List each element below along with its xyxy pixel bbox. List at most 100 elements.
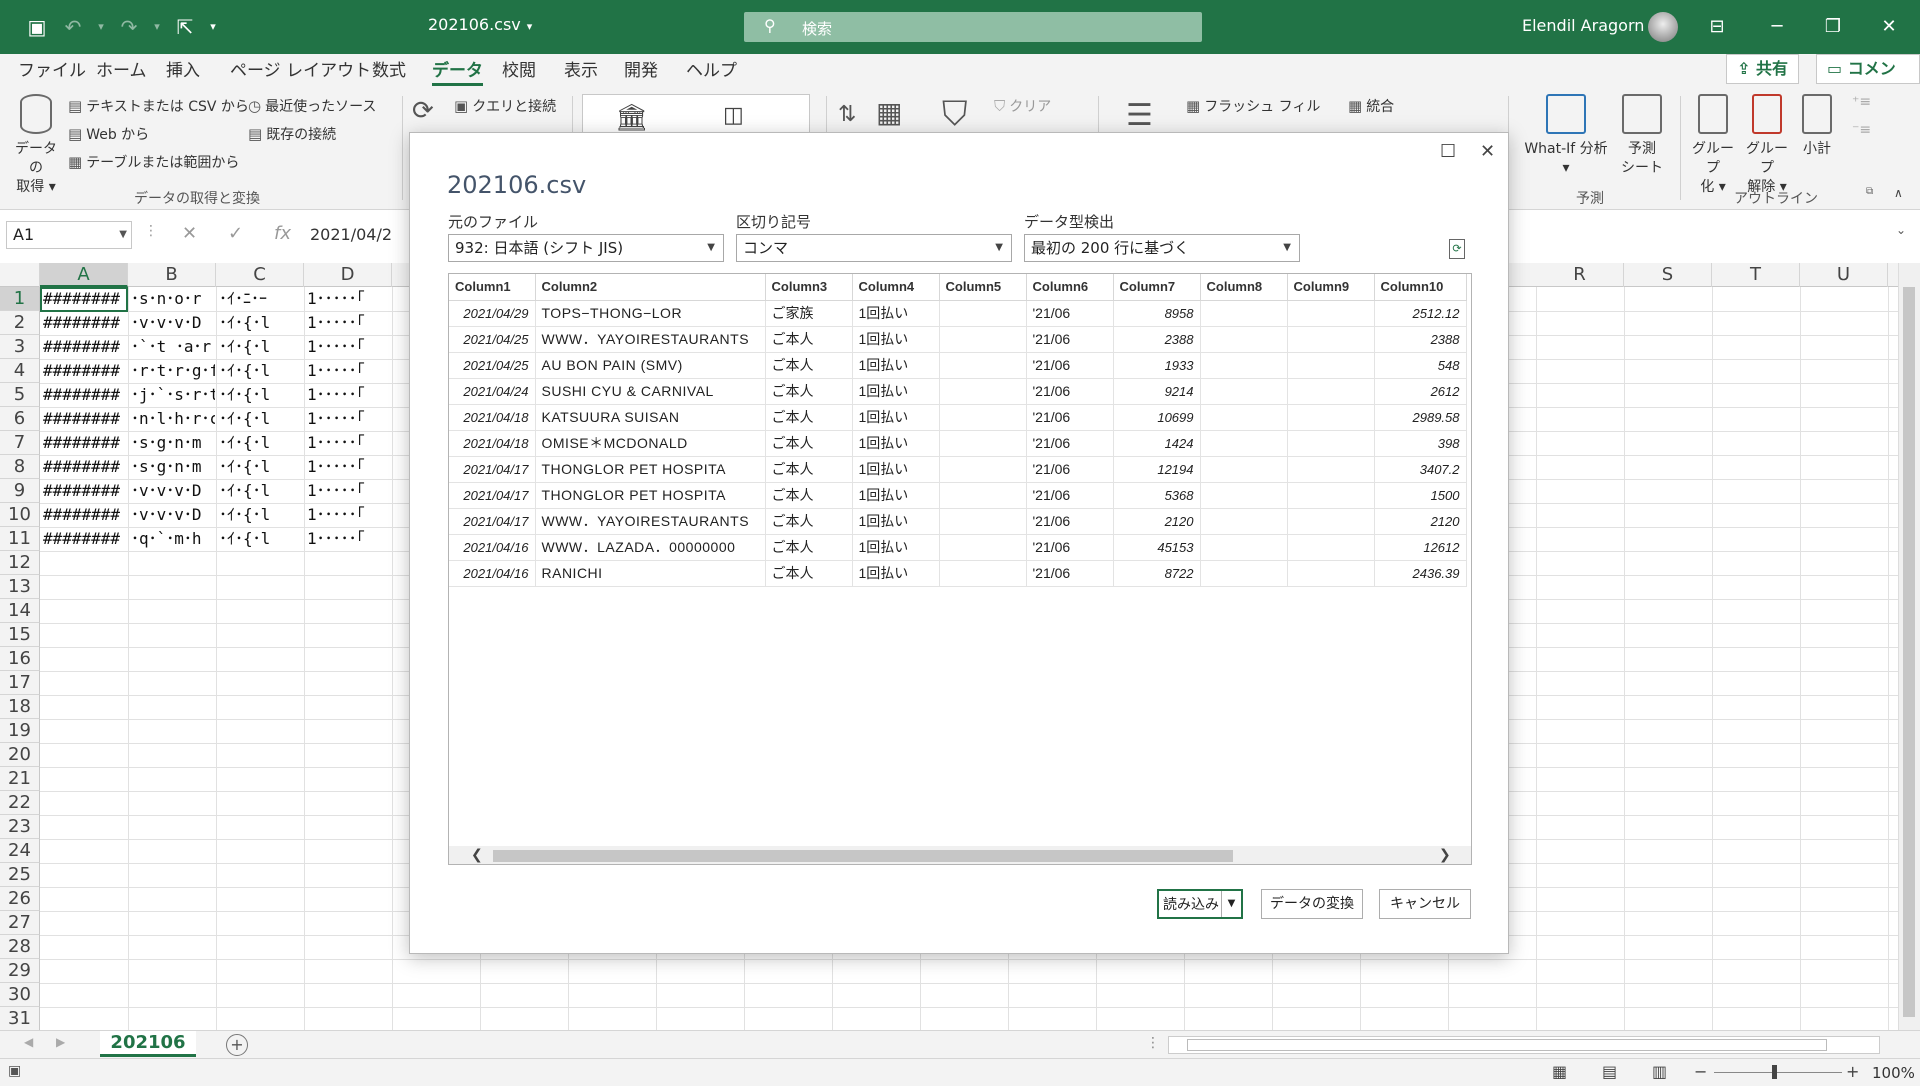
row-header[interactable]: 2 [0,311,40,335]
column-header-a[interactable]: A [40,263,128,287]
column-header-r[interactable]: R [1536,263,1624,287]
preview-column-header[interactable]: Column4 [852,274,940,301]
tab-page-layout[interactable]: ページ レイアウト [230,56,371,86]
grid-cell[interactable]: ･s･n･o･r [131,287,215,311]
from-text-csv-button[interactable]: ▤ テキストまたは CSV から [68,96,249,116]
row-header[interactable]: 12 [0,551,40,575]
grid-cell[interactable]: ･`･t ･a･r [131,335,215,359]
file-origin-select[interactable]: 932: 日本語 (シフト JIS) ▼ [448,234,724,262]
grid-cell[interactable]: ･ｲ･{･l [219,407,303,431]
grid-cell[interactable]: ######## [43,455,127,479]
zoom-slider-thumb[interactable] [1772,1065,1777,1079]
grid-cell[interactable]: 1･････｢ [307,335,391,359]
vertical-scrollbar[interactable] [1898,263,1920,1030]
grid-cell[interactable]: ･s･g･n･m [131,431,215,455]
collapse-ribbon-icon[interactable]: ∧ [1894,186,1903,200]
zoom-slider[interactable] [1714,1072,1842,1073]
ungroup-button[interactable]: グループ 解除 ▾ [1740,94,1794,197]
grid-cell[interactable]: ######## [43,383,127,407]
grid-cell[interactable]: ######## [43,359,127,383]
data-types-gallery[interactable]: 🏛 ◫ [582,94,810,136]
column-header-s[interactable]: S [1624,263,1712,287]
row-header[interactable]: 4 [0,359,40,383]
share-button[interactable]: ⇪ 共有 [1726,54,1799,84]
row-header[interactable]: 26 [0,887,40,911]
consolidate-button[interactable]: ▦ 統合 [1348,96,1394,116]
preview-column-header[interactable]: Column5 [939,274,1027,301]
horizontal-scroll-thumb[interactable] [1187,1039,1827,1051]
delimiter-select[interactable]: コンマ ▼ [736,234,1012,262]
forecast-sheet-button[interactable]: 予測 シート [1616,94,1668,178]
preview-column-header[interactable]: Column6 [1026,274,1114,301]
grid-cell[interactable]: 1･････｢ [307,431,391,455]
tab-split-handle[interactable]: ⋮ [1146,1035,1160,1051]
pointer-mode-icon[interactable]: ⇱ [170,14,200,40]
column-header-d[interactable]: D [304,263,392,287]
maximize-dialog-icon[interactable]: ☐ [1440,141,1456,162]
grid-cell[interactable]: ･ｲ･{･l [219,479,303,503]
tab-data[interactable]: データ [432,56,483,86]
customize-qat-icon[interactable]: ▾ [206,14,220,40]
formula-bar-options-icon[interactable]: ⋮ [144,223,158,239]
row-header[interactable]: 31 [0,1007,40,1030]
scroll-right-icon[interactable]: ❯ [1439,847,1451,863]
row-header[interactable]: 10 [0,503,40,527]
show-detail-icon[interactable]: ⁺≡ [1852,94,1871,110]
macro-record-icon[interactable]: ▣ [8,1063,21,1079]
row-header[interactable]: 7 [0,431,40,455]
refresh-all-button[interactable]: ⟳ [412,96,438,126]
clear-filter-button[interactable]: ⛉ クリア [994,96,1051,116]
grid-cell[interactable]: ######## [43,407,127,431]
grid-cell[interactable]: ･ｲ･{･l [219,455,303,479]
get-data-button[interactable]: データの 取得 ▾ [10,94,62,197]
grid-cell[interactable]: 1･････｢ [307,503,391,527]
grid-cell[interactable]: ･ｲ･{･l [219,431,303,455]
redo-icon[interactable]: ↷ [114,14,144,40]
expand-formula-bar-icon[interactable]: ⌄ [1896,223,1906,237]
text-to-columns-button[interactable]: ☰ [1126,98,1157,133]
tab-developer[interactable]: 開発 [624,56,658,86]
filter-button[interactable]: ⛉ [942,94,972,134]
from-web-button[interactable]: ▤ Web から [68,124,149,144]
preview-column-header[interactable]: Column3 [765,274,853,301]
grid-cell[interactable]: 1･････｢ [307,287,391,311]
preview-column-header[interactable]: Column2 [535,274,766,301]
grid-cell[interactable]: ･ｲ･{･l [219,527,303,551]
page-break-view-icon[interactable]: ▥ [1652,1062,1667,1081]
grid-cell[interactable]: ･ｲ･{･l [219,335,303,359]
column-header-t[interactable]: T [1712,263,1800,287]
comment-button[interactable]: ▭ コメント [1816,54,1920,106]
row-header[interactable]: 23 [0,815,40,839]
tab-insert[interactable]: 挿入 [166,56,200,86]
row-header[interactable]: 18 [0,695,40,719]
row-header[interactable]: 16 [0,647,40,671]
zoom-in-icon[interactable]: + [1846,1062,1859,1081]
close-icon[interactable]: ✕ [1872,12,1906,42]
save-icon[interactable]: ▣ [22,14,52,40]
grid-cell[interactable]: ######## [43,527,127,551]
grid-cell[interactable]: ･r･t･r･g･f [131,359,215,383]
refresh-preview-icon[interactable]: ⟳ [1449,239,1465,259]
grid-cell[interactable]: ･v･v･v･D [131,479,215,503]
load-button[interactable]: 読み込み ▼ [1157,889,1243,919]
cancel-button[interactable]: キャンセル [1379,889,1471,919]
what-if-analysis-button[interactable]: What-If 分析 ▾ [1518,94,1614,178]
row-header[interactable]: 11 [0,527,40,551]
row-header[interactable]: 17 [0,671,40,695]
grid-cell[interactable]: ･v･v･v･D [131,503,215,527]
insert-function-icon[interactable]: fx [274,223,291,244]
grid-cell[interactable]: 1･････｢ [307,359,391,383]
row-header[interactable]: 25 [0,863,40,887]
undo-dropdown-icon[interactable]: ▾ [94,14,108,40]
restore-icon[interactable]: ❐ [1816,12,1850,42]
row-header[interactable]: 8 [0,455,40,479]
minimize-icon[interactable]: ─ [1760,12,1794,42]
grid-cell[interactable]: ･ｲ･{･l [219,359,303,383]
tab-help[interactable]: ヘルプ [686,56,737,86]
avatar[interactable] [1648,12,1678,42]
row-header[interactable]: 15 [0,623,40,647]
grid-cell[interactable]: ･ｲ･{･l [219,503,303,527]
grid-cell[interactable]: ######## [43,479,127,503]
hide-detail-icon[interactable]: ⁻≡ [1852,122,1871,138]
grid-cell[interactable]: ･n･l･h･r･c [131,407,215,431]
